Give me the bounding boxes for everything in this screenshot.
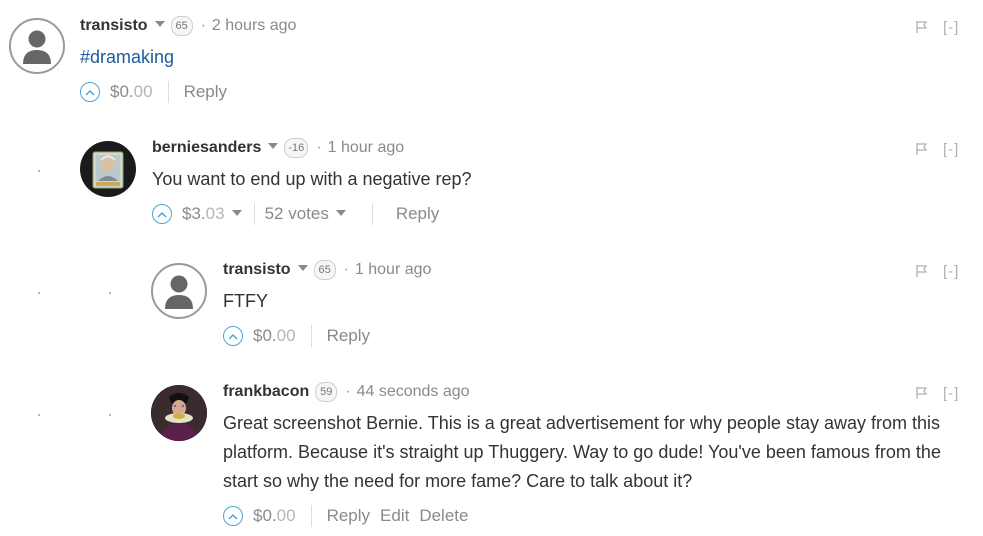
reply-link[interactable]: Reply: [184, 82, 227, 102]
comment-body: You want to end up with a negative rep?: [152, 169, 472, 189]
collapse-toggle[interactable]: [-]: [943, 19, 959, 36]
avatar[interactable]: [151, 263, 207, 319]
payout-cents: 00: [133, 82, 153, 101]
thread-dot: [38, 414, 40, 416]
flag-icon[interactable]: [915, 142, 929, 156]
author-name[interactable]: frankbacon: [223, 383, 309, 401]
timestamp[interactable]: 1 hour ago: [328, 139, 405, 157]
chevron-up-icon: [228, 513, 238, 520]
comment-header: transisto 65 · 1 hour ago: [223, 259, 431, 281]
payout-cents: 00: [276, 326, 296, 345]
comment-header: frankbacon 59 · 44 seconds ago: [223, 381, 470, 403]
votes-caret-icon[interactable]: [335, 209, 346, 216]
thread-dot: [38, 292, 40, 294]
reputation-badge: 59: [315, 382, 338, 402]
flag-icon[interactable]: [915, 386, 929, 400]
comment-actions-top: [-]: [915, 382, 959, 404]
comment-header: berniesanders -16 · 1 hour ago: [152, 137, 404, 159]
payout-main: $0.: [110, 82, 134, 101]
votes-dropdown[interactable]: 52 votes: [265, 204, 329, 224]
author-name[interactable]: berniesanders: [152, 139, 261, 157]
payout-value[interactable]: $0.00: [110, 82, 153, 102]
default-user-icon: [165, 275, 193, 309]
reputation-badge: -16: [284, 138, 309, 158]
thread-dot: [109, 414, 111, 416]
francis-bacon-portrait: [151, 385, 207, 441]
chevron-up-icon: [85, 89, 95, 96]
reply-link[interactable]: Reply: [396, 204, 439, 224]
author-name[interactable]: transisto: [80, 17, 148, 35]
comment-body[interactable]: #dramaking: [80, 43, 174, 72]
edit-link[interactable]: Edit: [380, 506, 409, 526]
reply-link[interactable]: Reply: [327, 506, 370, 526]
payout-caret-icon[interactable]: [231, 209, 242, 216]
default-user-icon: [23, 30, 51, 64]
divider: [310, 325, 312, 347]
reply-link[interactable]: Reply: [327, 326, 370, 346]
divider: [371, 203, 373, 225]
payout-value[interactable]: $0.00: [253, 326, 296, 346]
timestamp[interactable]: 2 hours ago: [212, 17, 297, 35]
payout-main: $0.: [253, 326, 277, 345]
upvote-button[interactable]: [80, 82, 100, 102]
avatar[interactable]: [151, 385, 207, 441]
collapse-toggle[interactable]: [-]: [943, 141, 959, 158]
comment-actions-top: [-]: [915, 138, 959, 160]
comment-footer: $0.00 Reply Edit Delete: [223, 501, 468, 531]
timestamp[interactable]: 1 hour ago: [355, 261, 432, 279]
divider: [167, 81, 169, 103]
chevron-up-icon: [228, 333, 238, 340]
thread-dot: [38, 170, 40, 172]
divider: [253, 203, 255, 225]
payout-cents: 00: [276, 506, 296, 525]
comment-body: Great screenshot Bernie. This is a great…: [223, 413, 941, 491]
comment-actions-top: [-]: [915, 260, 959, 282]
author-menu-caret-icon[interactable]: [268, 143, 279, 149]
comment-footer: $3.03 52 votes Reply: [152, 199, 439, 229]
comment-footer: $0.00 Reply: [80, 77, 227, 107]
upvote-button[interactable]: [152, 204, 172, 224]
comment-footer: $0.00 Reply: [223, 321, 370, 351]
chevron-up-icon: [157, 211, 167, 218]
upvote-button[interactable]: [223, 326, 243, 346]
bernie-portrait: [92, 151, 124, 189]
timestamp[interactable]: 44 seconds ago: [357, 383, 470, 401]
divider: [310, 505, 312, 527]
comment-actions-top: [-]: [915, 16, 959, 38]
separator-dot: ·: [200, 17, 206, 34]
separator-dot: ·: [343, 261, 349, 278]
author-menu-caret-icon[interactable]: [297, 265, 308, 271]
author-name[interactable]: transisto: [223, 261, 291, 279]
payout-cents: 03: [205, 204, 225, 223]
payout-value[interactable]: $0.00: [253, 506, 296, 526]
flag-icon[interactable]: [915, 264, 929, 278]
comment-body: FTFY: [223, 291, 268, 311]
separator-dot: ·: [316, 139, 322, 156]
avatar[interactable]: [9, 18, 65, 74]
payout-main: $3.: [182, 204, 206, 223]
payout-main: $0.: [253, 506, 277, 525]
collapse-toggle[interactable]: [-]: [943, 385, 959, 402]
payout-value[interactable]: $3.03: [182, 204, 225, 224]
comment-header: transisto 65 · 2 hours ago: [80, 15, 296, 37]
thread-dot: [109, 292, 111, 294]
reputation-badge: 65: [313, 260, 336, 280]
author-menu-caret-icon[interactable]: [154, 21, 165, 27]
separator-dot: ·: [345, 383, 351, 400]
upvote-button[interactable]: [223, 506, 243, 526]
reputation-badge: 65: [170, 16, 193, 36]
delete-link[interactable]: Delete: [419, 506, 468, 526]
flag-icon[interactable]: [915, 20, 929, 34]
collapse-toggle[interactable]: [-]: [943, 263, 959, 280]
avatar[interactable]: [80, 141, 136, 197]
